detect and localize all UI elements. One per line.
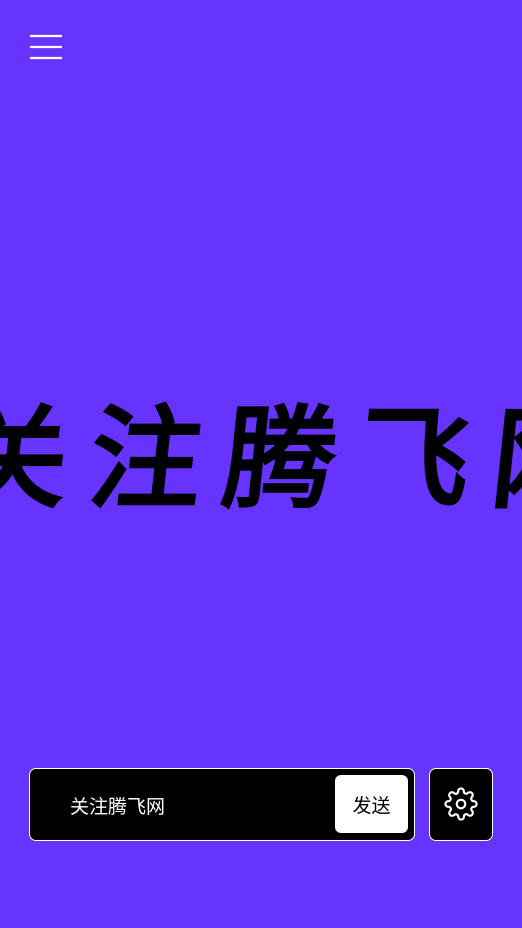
- message-input-bar: 发送: [29, 768, 415, 841]
- gear-icon: [444, 787, 478, 821]
- scrolling-marquee: 关注腾飞网: [0, 380, 522, 540]
- marquee-text: 关注腾飞网: [0, 394, 522, 525]
- message-input[interactable]: [70, 787, 320, 823]
- send-button[interactable]: 发送: [335, 775, 408, 833]
- settings-button[interactable]: [429, 768, 493, 841]
- menu-button[interactable]: [26, 28, 66, 68]
- hamburger-menu-icon: [30, 34, 62, 60]
- led-marquee-screen: 关注腾飞网 发送: [0, 0, 522, 928]
